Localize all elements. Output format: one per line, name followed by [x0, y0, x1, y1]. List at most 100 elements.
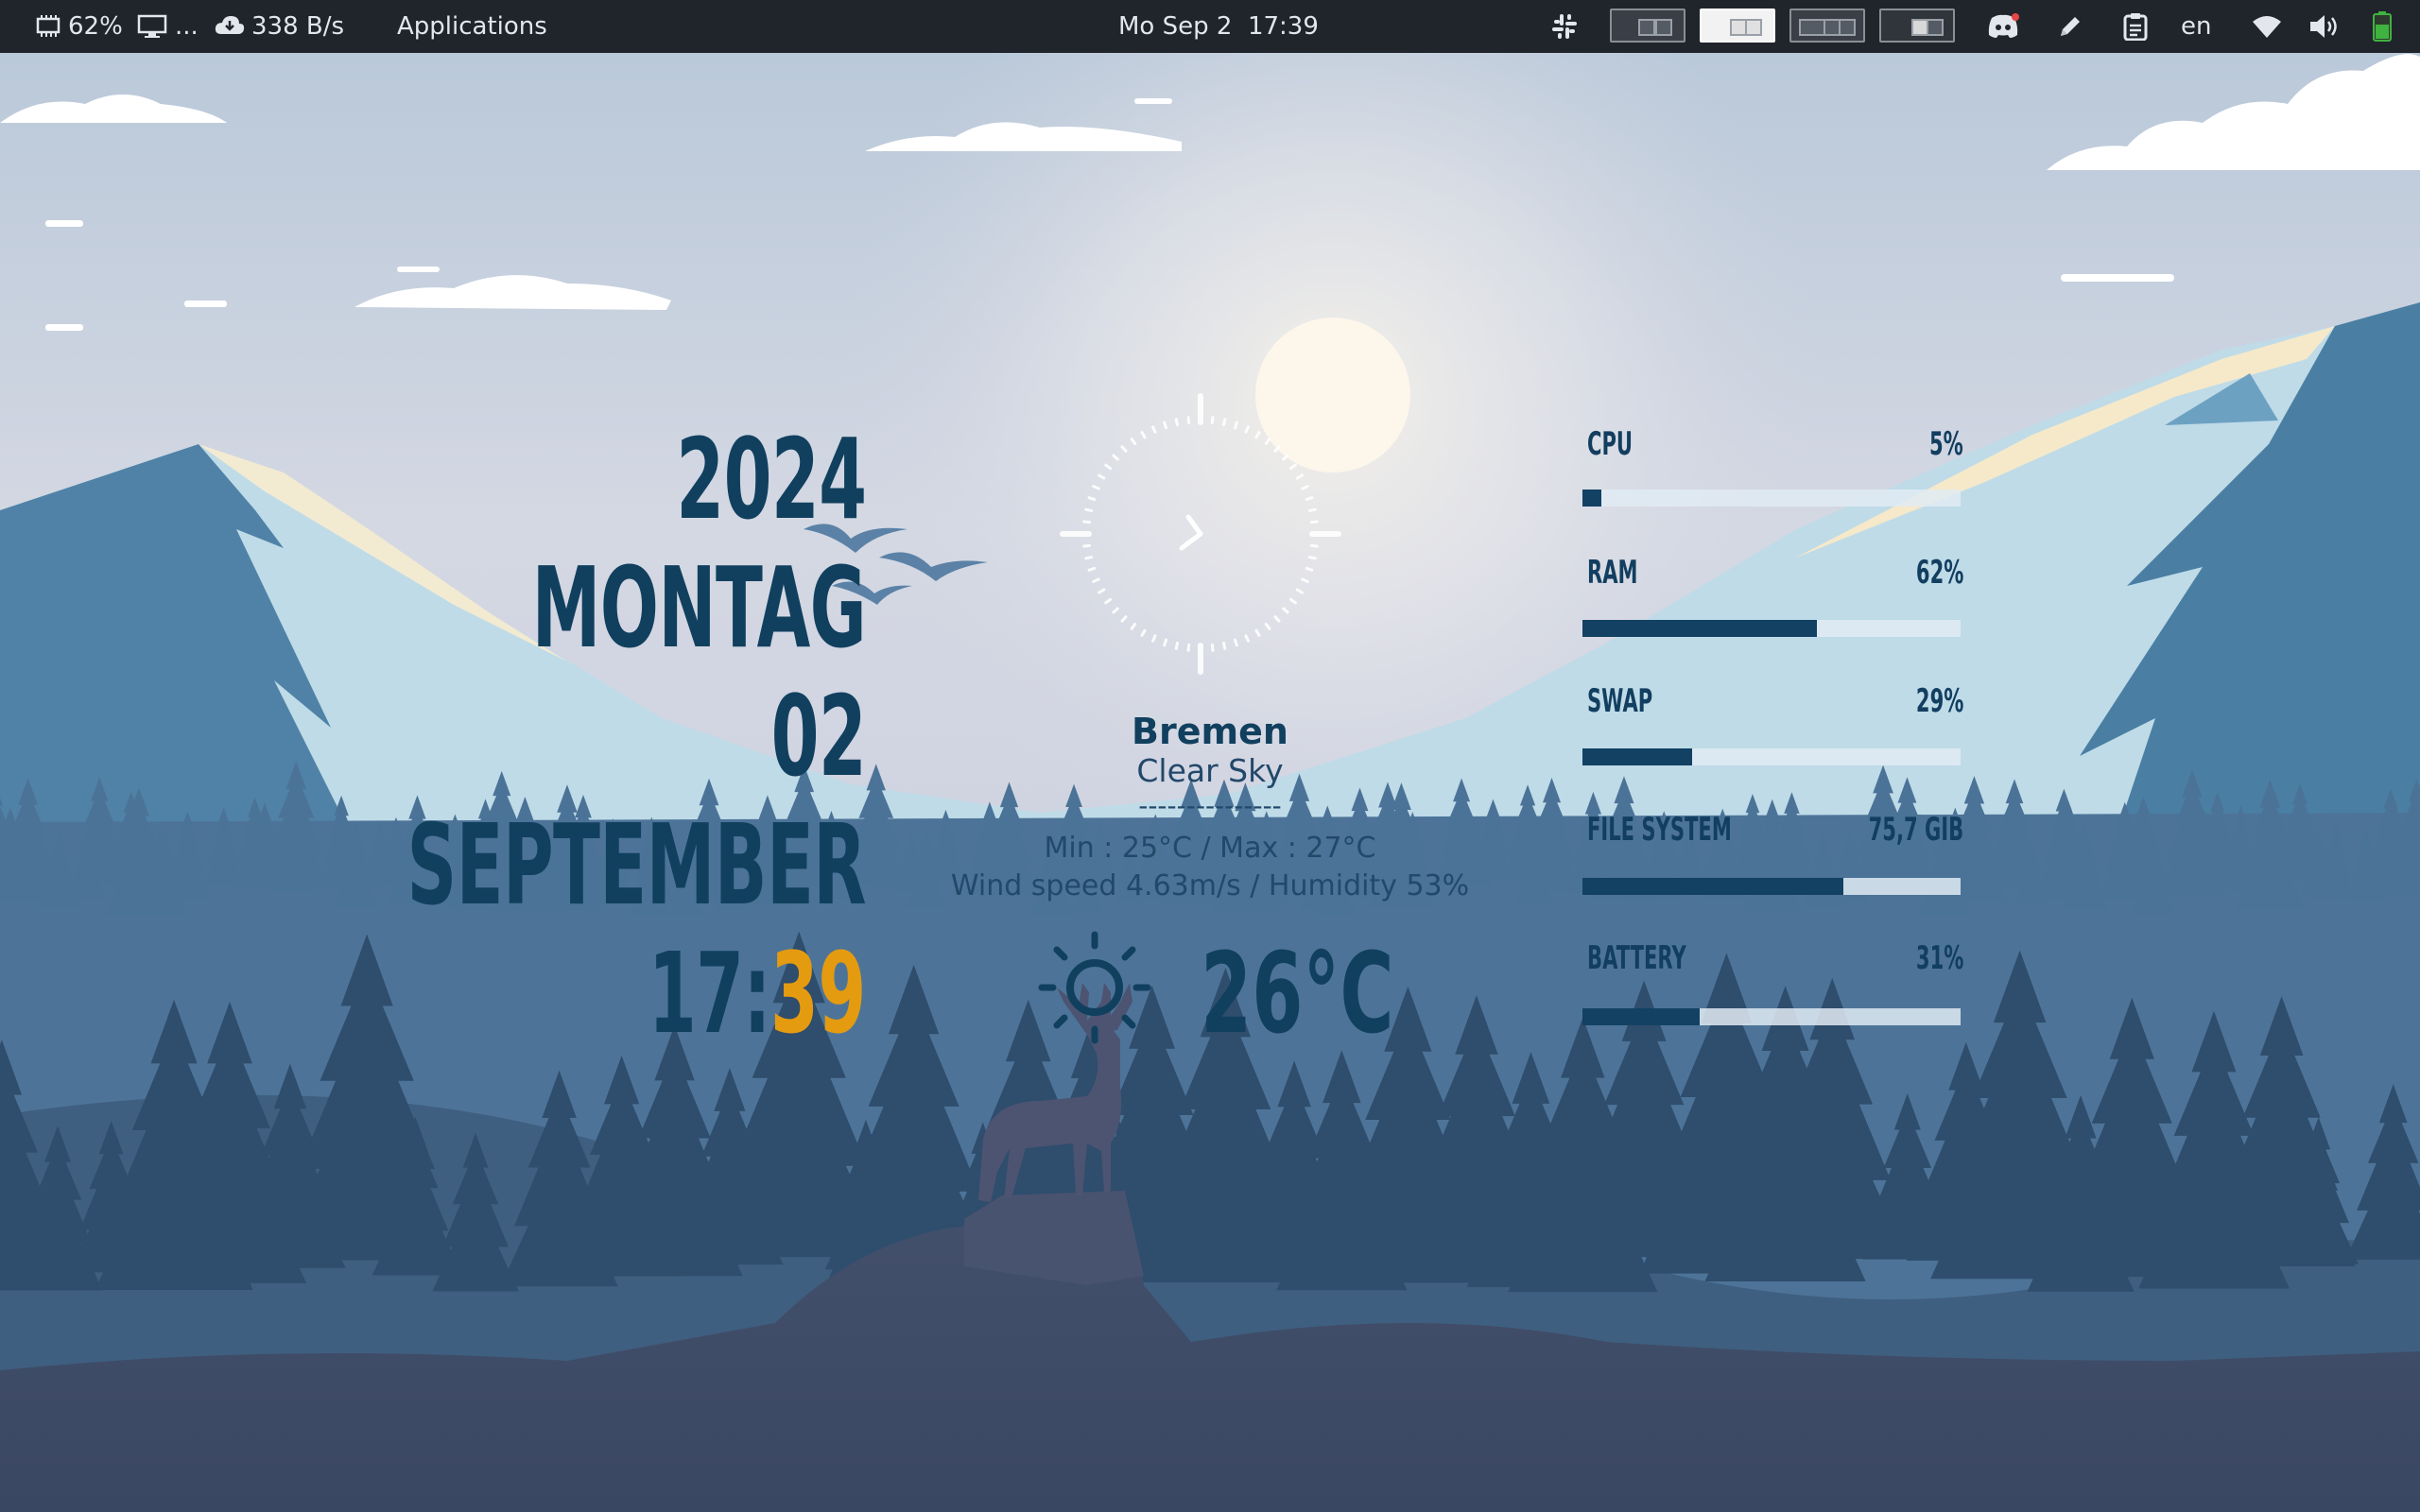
clock-tick: [1098, 588, 1106, 594]
panel-clock[interactable]: Mo Sep 2 17:39: [1118, 0, 1319, 53]
monitor-icon: [137, 14, 167, 39]
cpu-chip-icon: [34, 14, 62, 39]
cloud-download-icon: [214, 14, 246, 39]
weekday-text: MONTAG: [531, 542, 867, 673]
clock-tick: [1163, 638, 1168, 647]
stat-value-filesystem: 75,7 GIB: [1868, 811, 1963, 849]
weather-min-max: Min : 25°C / Max : 27°C: [1044, 832, 1376, 865]
minute-text: 39: [770, 928, 866, 1058]
cpu-bar-fill: [1582, 490, 1601, 507]
clock-tick: [1301, 577, 1309, 583]
clock-tick: [1254, 628, 1261, 637]
display-monitor[interactable]: ...: [137, 0, 199, 53]
discord-icon[interactable]: [1987, 0, 2019, 53]
clock-tick: [1084, 507, 1094, 512]
battery-bar: [1582, 1008, 1961, 1025]
clock-tick: [1140, 431, 1147, 439]
clock-tick: [1222, 641, 1227, 650]
clock-tick: [1151, 634, 1157, 643]
clock-tick: [1244, 634, 1250, 643]
clock-tick: [1309, 520, 1319, 524]
clock-tick: [1282, 607, 1289, 614]
clock-tick: [1092, 577, 1100, 583]
stat-label-swap: SWAP: [1587, 682, 1653, 720]
workspace-2-active[interactable]: [1700, 9, 1775, 43]
clock-tick: [1087, 496, 1097, 502]
clock-tick: [1186, 643, 1191, 652]
window-thumbnail: [1638, 19, 1655, 36]
clock-tick: [1210, 643, 1215, 652]
weather-temperature: 26°C: [1201, 928, 1394, 1058]
clock-tick: [1104, 597, 1113, 605]
keyboard-layout-indicator[interactable]: en: [2181, 0, 2211, 53]
year-text: 2024: [675, 414, 867, 544]
display-label: ...: [175, 12, 199, 41]
window-thumbnail: [1839, 19, 1856, 36]
stat-label-ram: RAM: [1587, 554, 1638, 592]
clock-tick: [1092, 485, 1100, 490]
clock-tick: [1305, 566, 1314, 572]
volume-icon[interactable]: [2308, 0, 2341, 53]
window-thumbnail: [1655, 19, 1672, 36]
clock-tick: [1222, 418, 1227, 427]
workspace-1[interactable]: [1610, 9, 1685, 43]
swap-bar-fill: [1582, 748, 1692, 765]
clock-tick: [1112, 454, 1119, 461]
clock-tick: [1295, 588, 1304, 594]
network-speed-text: 338 B/s: [251, 12, 345, 41]
wifi-icon[interactable]: [2252, 0, 2282, 53]
cpu-bar: [1582, 490, 1961, 507]
stat-value-swap: 29%: [1915, 682, 1963, 720]
clock-tick: [1273, 615, 1281, 623]
clock-tick: [1233, 421, 1238, 430]
weather-wind-humidity: Wind speed 4.63m/s / Humidity 53%: [950, 869, 1470, 902]
top-panel: 62% ... 338 B/s Applications Mo Sep 2 17…: [0, 0, 2420, 53]
clipboard-icon[interactable]: [2123, 0, 2148, 53]
pencil-icon[interactable]: [2057, 0, 2083, 53]
clock-tick: [1174, 641, 1179, 650]
stat-value-cpu: 5%: [1929, 425, 1963, 463]
sun-icon: [1038, 931, 1151, 1044]
battery-icon[interactable]: [2373, 0, 2392, 53]
weather-separator: ---------------: [1138, 790, 1282, 821]
clock-text: Mo Sep 2 17:39: [1118, 12, 1319, 41]
clock-tick: [1233, 638, 1238, 647]
clock-tick: [1082, 520, 1092, 524]
stat-label-battery: BATTERY: [1587, 939, 1686, 977]
clock-tick: [1082, 543, 1092, 548]
ram-bar-fill: [1582, 620, 1817, 637]
clock-tick: [1307, 507, 1317, 512]
clock-tick: [1130, 622, 1137, 630]
filesystem-bar: [1582, 878, 1961, 895]
window-thumbnail: [1745, 19, 1762, 36]
clock-tick: [1087, 566, 1097, 572]
cpu-usage-text: 62%: [68, 12, 123, 41]
workspace-4[interactable]: [1879, 9, 1955, 43]
clock-tick: [1264, 622, 1271, 630]
stat-value-battery: 31%: [1915, 939, 1963, 977]
clock-tick: [1120, 615, 1128, 623]
clock-tick: [1244, 425, 1250, 434]
clock-tick: [1210, 416, 1215, 425]
cpu-monitor[interactable]: 62%: [34, 0, 123, 53]
clock-tick: [1254, 431, 1261, 439]
clock-tick: [1186, 416, 1191, 425]
stat-label-filesystem: FILE SYSTEM: [1587, 811, 1732, 849]
swap-bar: [1582, 748, 1961, 765]
weather-condition: Clear Sky: [1136, 752, 1284, 789]
time-text: 17:39: [648, 937, 866, 1049]
clock-tick: [1305, 496, 1314, 502]
slack-icon[interactable]: [1550, 0, 1579, 53]
clock-tick: [1273, 445, 1281, 453]
applications-label: Applications: [397, 12, 547, 41]
weather-city: Bremen: [1132, 711, 1288, 752]
clock-tick: [1104, 463, 1113, 471]
workspace-3[interactable]: [1789, 9, 1865, 43]
applications-menu-button[interactable]: Applications: [397, 0, 547, 53]
analog-clock: [1060, 393, 1341, 675]
clock-tick: [1120, 445, 1128, 453]
clock-tick: [1282, 454, 1289, 461]
network-monitor[interactable]: 338 B/s: [214, 0, 344, 53]
clock-tick: [1174, 418, 1179, 427]
window-thumbnail: [1927, 19, 1944, 36]
